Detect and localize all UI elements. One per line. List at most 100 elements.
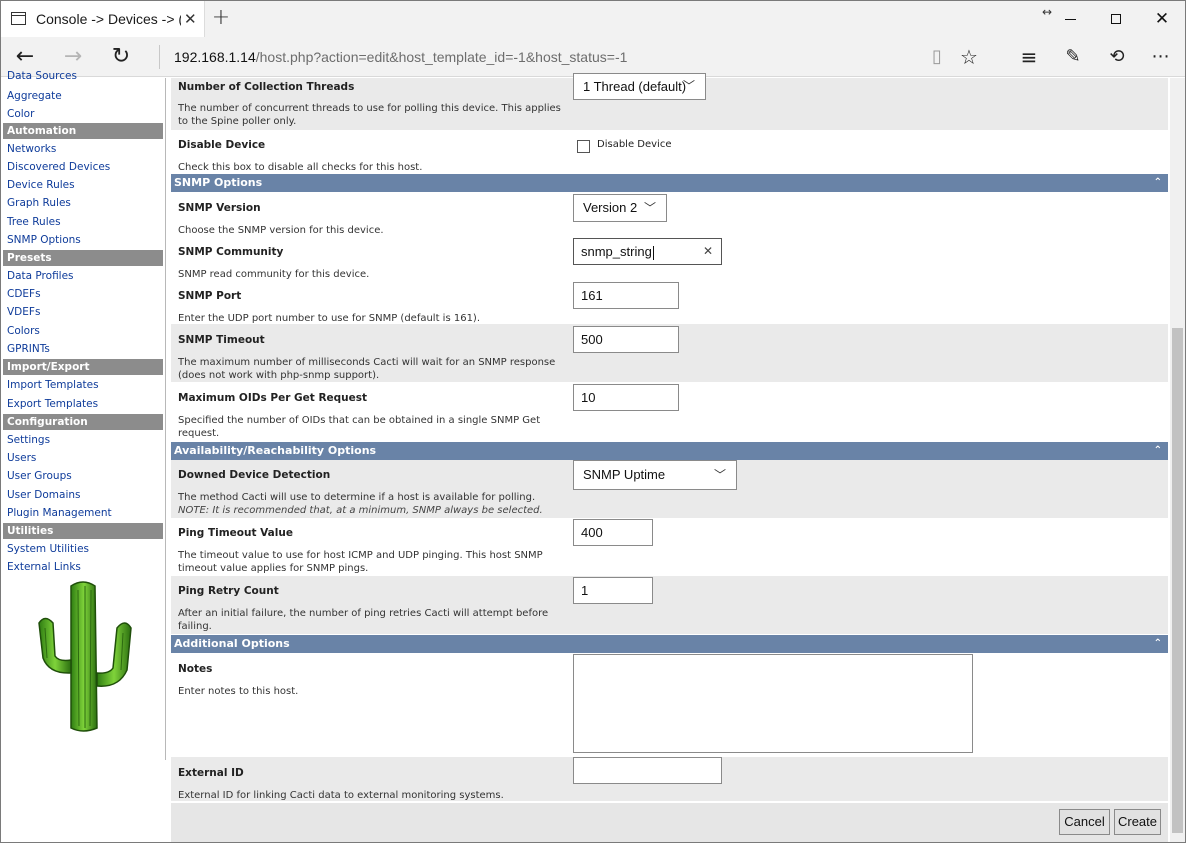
sidebar-item-vdefs[interactable]: VDEFs [7, 304, 40, 320]
form-actions: Cancel Create [171, 803, 1168, 842]
sidebar-item-cdefs[interactable]: CDEFs [7, 286, 41, 302]
create-button[interactable]: Create [1114, 809, 1161, 835]
sidebar-item-snmp-options[interactable]: SNMP Options [7, 232, 81, 248]
page-icon [11, 12, 26, 25]
collapse-icon[interactable]: ⌃ [1154, 635, 1162, 653]
row-notes: Notes Enter notes to this host. [171, 653, 1168, 757]
snmp-community-input[interactable]: snmp_string ✕ [573, 238, 722, 265]
collapse-icon[interactable]: ⌃ [1154, 442, 1162, 460]
web-note-icon[interactable]: ✎ [1059, 43, 1087, 71]
forward-arrow-icon[interactable]: → [59, 43, 87, 71]
cancel-button[interactable]: Cancel [1059, 809, 1110, 835]
snmp-version-select[interactable]: Version 2 ﹀ [573, 194, 667, 222]
sidebar-item-plugin-management[interactable]: Plugin Management [7, 505, 112, 521]
address-bar[interactable]: 192.168.1.14/host.php?action=edit&host_t… [174, 49, 627, 65]
new-tab-button[interactable]: + [209, 6, 233, 30]
sidebar-item-color[interactable]: Color [7, 106, 34, 122]
close-window-button[interactable]: ✕ [1139, 1, 1185, 37]
row-ping-timeout: Ping Timeout Value The timeout value to … [171, 518, 1168, 576]
sidebar-item-colors[interactable]: Colors [7, 323, 40, 339]
sidebar-item-device-rules[interactable]: Device Rules [7, 177, 75, 193]
downed-detection-select[interactable]: SNMP Uptime ﹀ [573, 460, 737, 490]
external-id-input[interactable] [573, 757, 722, 784]
sidebar-item-users[interactable]: Users [7, 450, 36, 466]
disable-device-checkbox[interactable] [577, 140, 590, 153]
ping-timeout-value: 400 [581, 525, 603, 540]
sidebar: Data Sources Aggregate Color Automation Net… [3, 70, 163, 838]
more-icon[interactable]: ⋯ [1147, 43, 1175, 71]
favorite-star-icon[interactable]: ☆ [955, 43, 983, 71]
section-title: Additional Options [174, 637, 290, 650]
snmp-version-value: Version 2 [583, 200, 638, 215]
maximize-button[interactable] [1093, 1, 1139, 37]
external-id-description: External ID for linking Cacti data to ex… [178, 790, 504, 801]
section-additional-options[interactable]: Additional Options ⌃ [171, 635, 1168, 653]
downed-detection-note: NOTE: It is recommended that, at a minim… [178, 505, 543, 516]
browser-tab[interactable]: Console -> Devices -> ( ✕ [1, 1, 205, 37]
section-availability[interactable]: Availability/Reachability Options ⌃ [171, 442, 1168, 460]
notes-textarea[interactable] [573, 654, 973, 753]
sidebar-item-graph-rules[interactable]: Graph Rules [7, 195, 71, 211]
threads-select[interactable]: 1 Thread (default) ﹀ [573, 73, 706, 100]
downed-detection-label: Downed Device Detection [178, 469, 331, 481]
vertical-scrollbar[interactable] [1170, 78, 1185, 842]
sidebar-item-external-links[interactable]: External Links [7, 559, 81, 575]
threads-select-value: 1 Thread (default) [583, 79, 687, 94]
section-title: SNMP Options [174, 176, 263, 189]
page-content: Data Sources Aggregate Color Automation Net… [1, 70, 1185, 842]
sidebar-item-user-domains[interactable]: User Domains [7, 487, 81, 503]
sidebar-item-user-groups[interactable]: User Groups [7, 468, 72, 484]
sidebar-item-settings[interactable]: Settings [7, 432, 50, 448]
max-oids-input[interactable]: 10 [573, 384, 679, 411]
snmp-port-label: SNMP Port [178, 290, 242, 302]
sidebar-item-discovered-devices[interactable]: Discovered Devices [7, 159, 110, 175]
sidebar-header-automation: Automation [3, 123, 163, 139]
ping-timeout-description: The timeout value to use for host ICMP a… [178, 550, 543, 574]
row-snmp-port: SNMP Port Enter the UDP port number to u… [171, 280, 1168, 324]
scrollbar-thumb[interactable] [1172, 328, 1183, 833]
minimize-button[interactable] [1047, 1, 1093, 37]
back-arrow-icon[interactable]: ← [11, 43, 39, 71]
sidebar-item-tree-rules[interactable]: Tree Rules [7, 214, 61, 230]
ping-timeout-input[interactable]: 400 [573, 519, 653, 546]
hub-icon[interactable]: ≡ [1015, 43, 1043, 71]
sidebar-item-import-templates[interactable]: Import Templates [7, 377, 99, 393]
collapse-icon[interactable]: ⌃ [1154, 174, 1162, 192]
sidebar-item-data-sources[interactable]: Data Sources [7, 70, 77, 82]
snmp-port-value: 161 [581, 288, 603, 303]
sidebar-item-export-templates[interactable]: Export Templates [7, 396, 98, 412]
snmp-timeout-input[interactable]: 500 [573, 326, 679, 353]
ping-retry-input[interactable]: 1 [573, 577, 653, 604]
row-external-id: External ID External ID for linking Cact… [171, 757, 1168, 801]
row-snmp-community: SNMP Community SNMP read community for t… [171, 236, 1168, 280]
disable-label: Disable Device [178, 139, 266, 151]
ping-retry-label: Ping Retry Count [178, 585, 279, 597]
reading-view-icon[interactable]: ▯ [923, 43, 951, 71]
sidebar-item-system-utilities[interactable]: System Utilities [7, 541, 89, 557]
max-oids-label: Maximum OIDs Per Get Request [178, 392, 368, 404]
cacti-logo [38, 581, 132, 732]
sidebar-item-gprints[interactable]: GPRINTs [7, 341, 50, 357]
share-icon[interactable]: ⟲ [1103, 43, 1131, 71]
section-snmp-options[interactable]: SNMP Options ⌃ [171, 174, 1168, 192]
sidebar-item-networks[interactable]: Networks [7, 141, 56, 157]
snmp-port-input[interactable]: 161 [573, 282, 679, 309]
sidebar-header-configuration: Configuration [3, 414, 163, 430]
sidebar-header-utilities: Utilities [3, 523, 163, 539]
clear-icon[interactable]: ✕ [703, 239, 713, 264]
navigation-bar: ← → ↻ 192.168.1.14/host.php?action=edit&… [1, 37, 1185, 77]
sidebar-item-aggregate[interactable]: Aggregate [7, 88, 62, 104]
refresh-icon[interactable]: ↻ [107, 43, 135, 71]
chevron-down-icon: ﹀ [713, 468, 726, 482]
ping-retry-value: 1 [581, 583, 589, 598]
sidebar-item-data-profiles[interactable]: Data Profiles [7, 268, 74, 284]
snmp-timeout-label: SNMP Timeout [178, 334, 265, 346]
close-tab-icon[interactable]: ✕ [184, 10, 197, 28]
disable-description: Check this box to disable all checks for… [178, 162, 423, 173]
section-title: Availability/Reachability Options [174, 444, 377, 457]
snmp-community-label: SNMP Community [178, 246, 284, 258]
address-path: /host.php?action=edit&host_template_id=-… [255, 49, 628, 65]
disable-checkbox-label[interactable]: Disable Device [597, 139, 671, 150]
address-separator [159, 45, 160, 69]
threads-description: The number of concurrent threads to use … [178, 103, 561, 127]
